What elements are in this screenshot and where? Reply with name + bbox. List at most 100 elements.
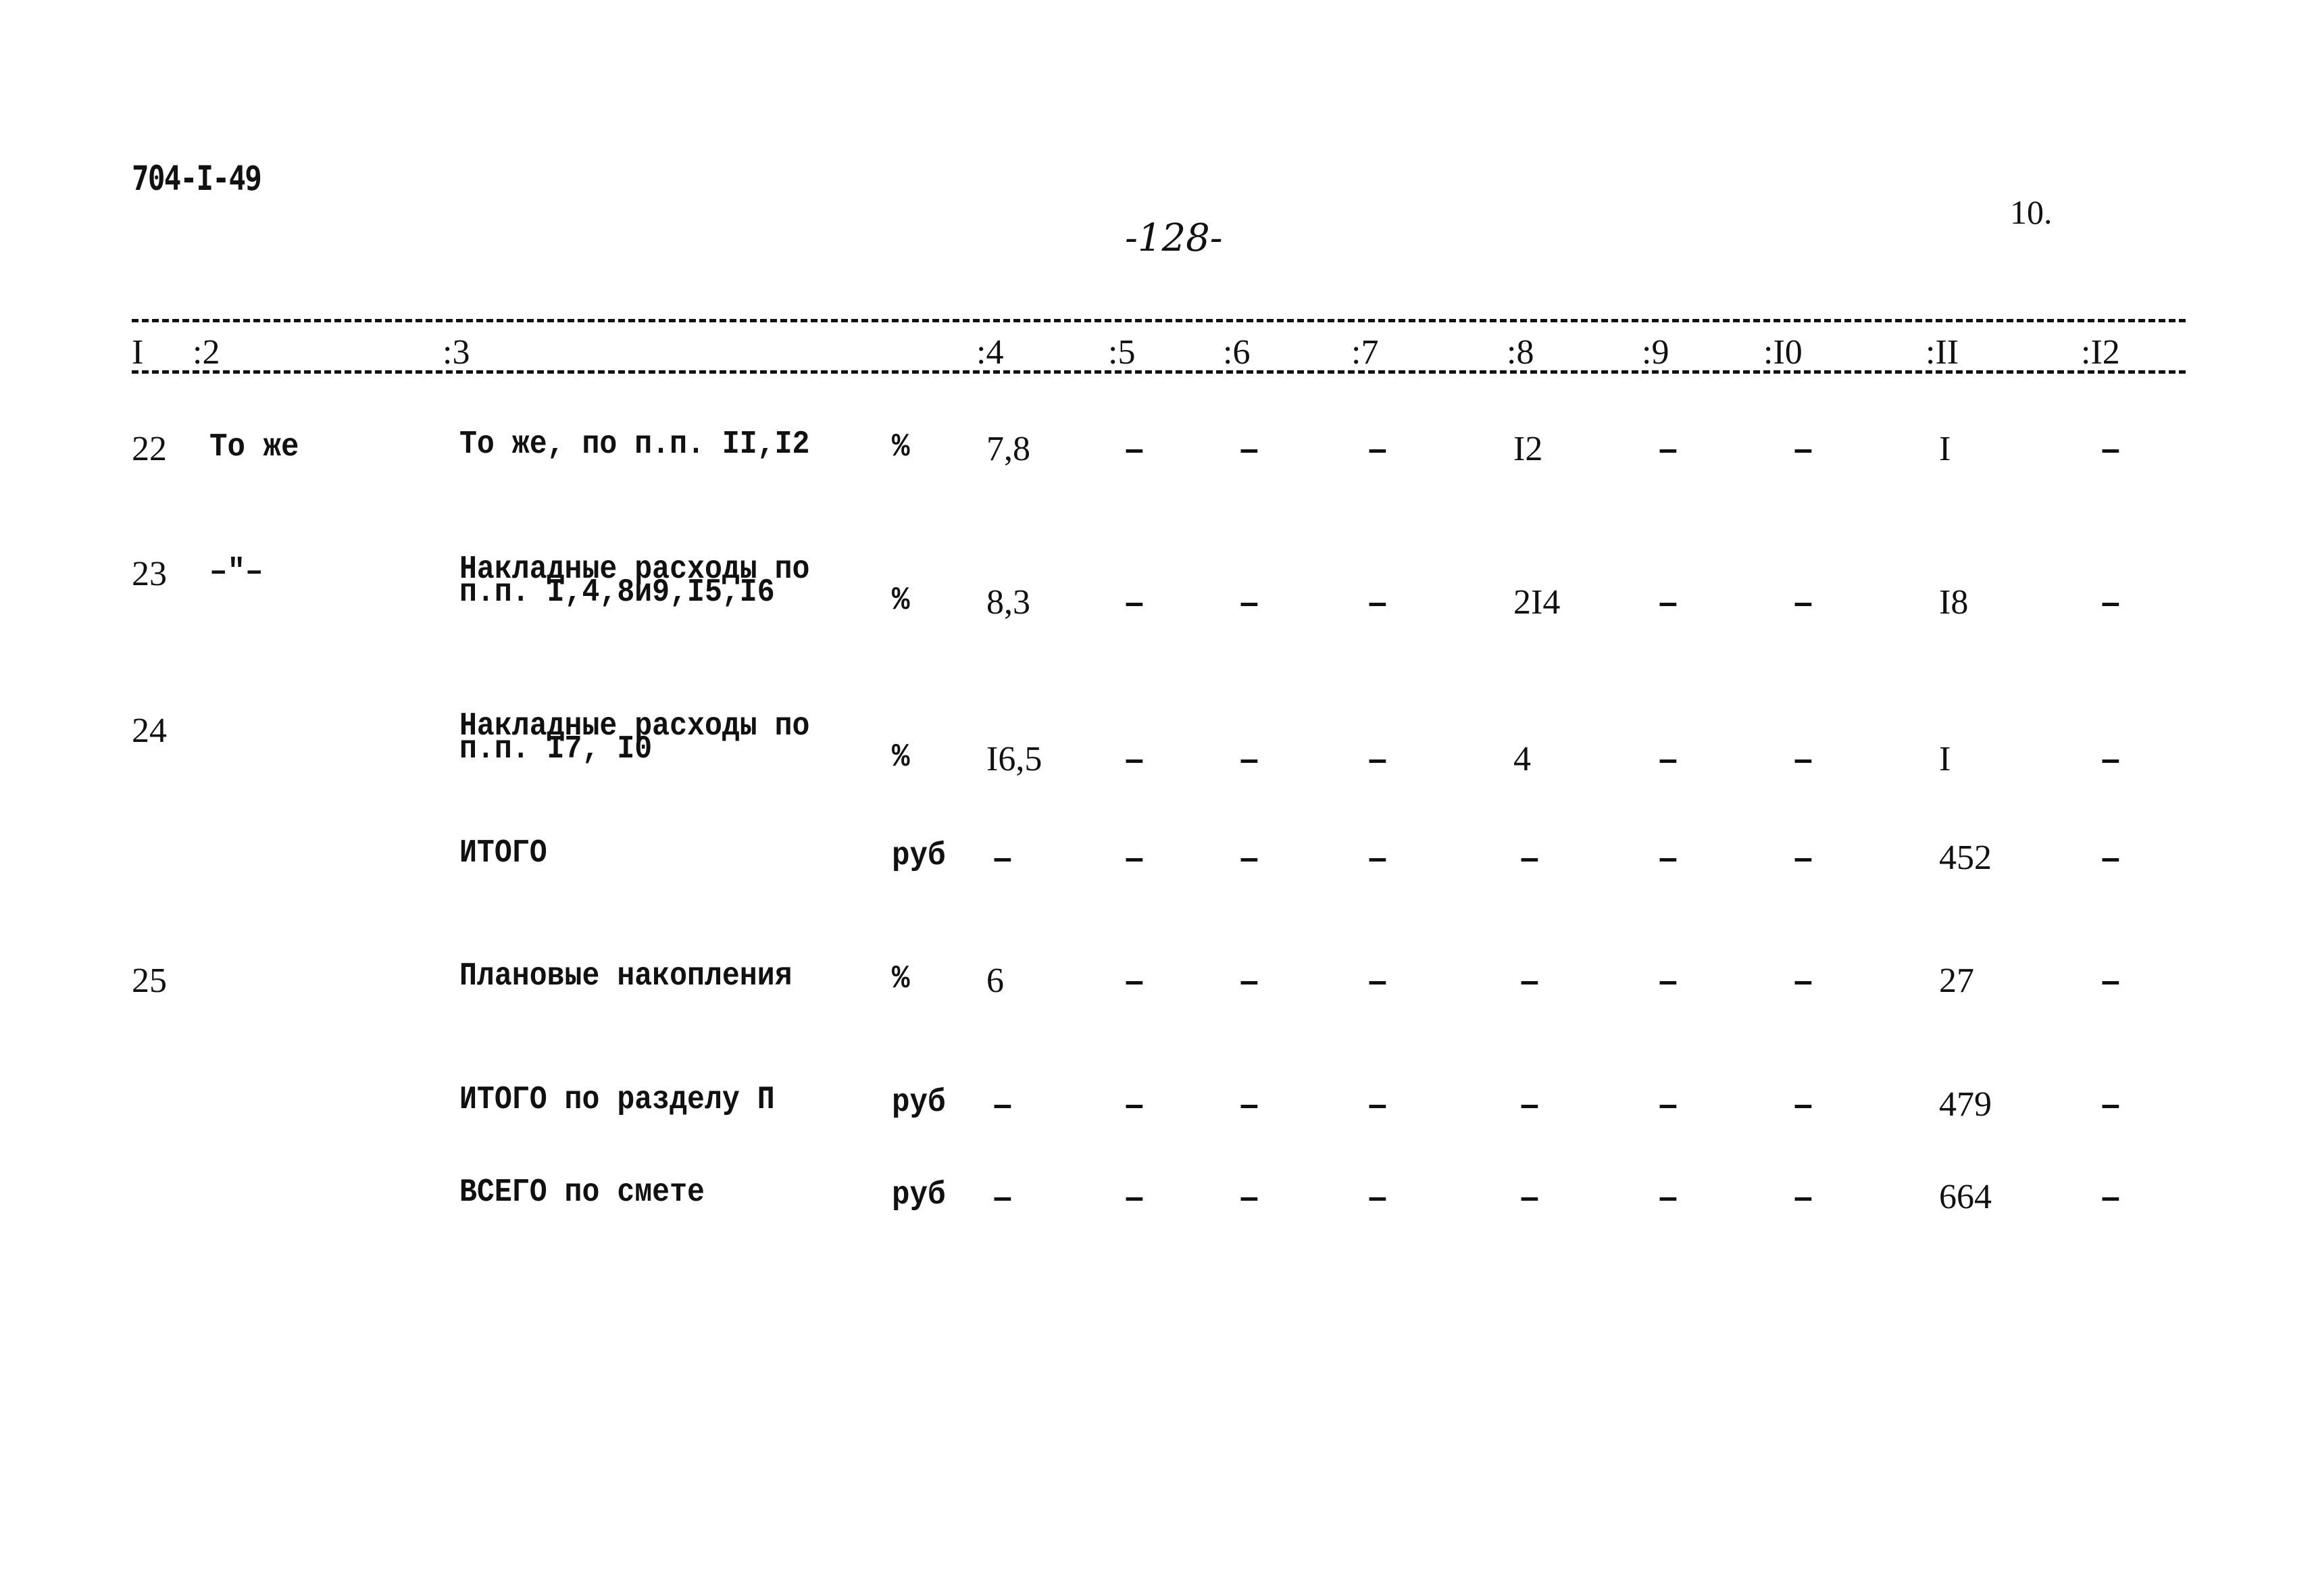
- row-value: –: [1240, 583, 1259, 621]
- row-number: 23: [132, 555, 167, 593]
- row-value: –: [1125, 962, 1144, 999]
- row-value: –: [2101, 962, 2120, 999]
- row-value: –: [1659, 740, 1678, 778]
- row-description: Накладные расходы по п.п. I,4,8и9,I5,I6: [459, 551, 810, 611]
- row-value: 2I4: [1513, 583, 1561, 622]
- row-value: –: [1240, 1178, 1259, 1216]
- row-value: –: [1659, 962, 1678, 999]
- row-value: I: [1939, 740, 1951, 778]
- row-value: I2: [1513, 430, 1543, 468]
- row-value: –: [1520, 1085, 1539, 1123]
- row-value: –: [1659, 839, 1678, 876]
- row-value: –: [1368, 1085, 1387, 1123]
- row-unit: %: [892, 961, 910, 997]
- row-description: ВСЕГО по смете: [459, 1174, 705, 1211]
- row-value: –: [2101, 1178, 2120, 1216]
- row-description: Накладные расходы по п.п. I7, I0: [459, 708, 810, 768]
- row-number: 25: [132, 962, 167, 1000]
- row-value: –: [1794, 740, 1813, 778]
- column-header: I: [132, 333, 144, 372]
- row-value: –: [1125, 430, 1144, 468]
- row-value: 7,8: [986, 430, 1030, 468]
- row-value: –: [2101, 839, 2120, 876]
- row-value: –: [1794, 962, 1813, 999]
- page-number: -128-: [1125, 216, 1223, 260]
- row-value: –: [1659, 430, 1678, 468]
- column-header: :2: [193, 333, 220, 372]
- row-value: 664: [1939, 1178, 1992, 1216]
- row-value: –: [1794, 839, 1813, 876]
- row-value: –: [1240, 839, 1259, 876]
- row-value: –: [1240, 430, 1259, 468]
- row-description: ИТОГО: [459, 835, 547, 872]
- row-value: 27: [1939, 962, 1974, 1000]
- row-reference: То же: [209, 429, 299, 466]
- row-value: –: [993, 1178, 1012, 1216]
- row-value: –: [1240, 962, 1259, 999]
- row-value: –: [1125, 839, 1144, 876]
- row-value: –: [1520, 839, 1539, 876]
- row-value: –: [1368, 1178, 1387, 1216]
- row-number: 24: [132, 712, 167, 750]
- row-value: –: [1368, 583, 1387, 621]
- table-header-rule: [132, 370, 2186, 374]
- row-reference: –"–: [209, 554, 263, 591]
- row-value: –: [1368, 839, 1387, 876]
- row-value: –: [1794, 583, 1813, 621]
- row-value: –: [1794, 1178, 1813, 1216]
- row-value: –: [993, 839, 1012, 876]
- row-description: Плановые накопления: [459, 958, 793, 995]
- column-header: :7: [1351, 333, 1379, 372]
- row-value: –: [1520, 1178, 1539, 1216]
- row-description: То же, по п.п. II,I2: [459, 426, 810, 463]
- row-value: –: [1240, 740, 1259, 778]
- row-value: –: [1659, 583, 1678, 621]
- row-value: –: [2101, 583, 2120, 621]
- row-value: –: [2101, 1085, 2120, 1123]
- row-unit: руб: [892, 1084, 946, 1121]
- row-value: –: [1659, 1085, 1678, 1123]
- row-number: 22: [132, 430, 167, 468]
- row-unit: %: [892, 582, 910, 619]
- column-header: :9: [1642, 333, 1669, 372]
- row-value: –: [2101, 740, 2120, 778]
- column-header: :I2: [2081, 333, 2120, 372]
- row-value: –: [2101, 430, 2120, 468]
- row-value: –: [1368, 962, 1387, 999]
- row-value: –: [1368, 740, 1387, 778]
- row-value: –: [1125, 1178, 1144, 1216]
- row-unit: %: [892, 429, 910, 466]
- row-unit: руб: [892, 1177, 946, 1214]
- row-value: –: [1659, 1178, 1678, 1216]
- table-top-rule: [132, 319, 2186, 322]
- row-value: –: [1794, 430, 1813, 468]
- row-value: 6: [986, 962, 1004, 1000]
- row-value: –: [1368, 430, 1387, 468]
- column-header: :6: [1223, 333, 1251, 372]
- column-header: :5: [1108, 333, 1136, 372]
- column-header: :3: [443, 333, 470, 372]
- row-value: 479: [1939, 1085, 1992, 1124]
- row-value: 8,3: [986, 583, 1030, 622]
- row-value: –: [993, 1085, 1012, 1123]
- row-value: I: [1939, 430, 1951, 468]
- column-header: :I0: [1763, 333, 1803, 372]
- row-value: 452: [1939, 839, 1992, 877]
- row-value: –: [1240, 1085, 1259, 1123]
- row-value: I6,5: [986, 740, 1042, 778]
- document-code: 704-I-49: [132, 159, 262, 198]
- sheet-number: 10.: [2010, 193, 2053, 231]
- row-value: –: [1125, 1085, 1144, 1123]
- row-value: 4: [1513, 740, 1531, 778]
- row-description: ИТОГО по разделу П: [459, 1082, 775, 1118]
- row-value: I8: [1939, 583, 1969, 622]
- row-unit: %: [892, 739, 910, 776]
- row-value: –: [1794, 1085, 1813, 1123]
- column-header: :4: [976, 333, 1004, 372]
- row-value: –: [1125, 740, 1144, 778]
- column-header: :II: [1926, 333, 1959, 372]
- column-header: :8: [1507, 333, 1534, 372]
- row-value: –: [1520, 962, 1539, 999]
- row-unit: руб: [892, 838, 946, 874]
- row-value: –: [1125, 583, 1144, 621]
